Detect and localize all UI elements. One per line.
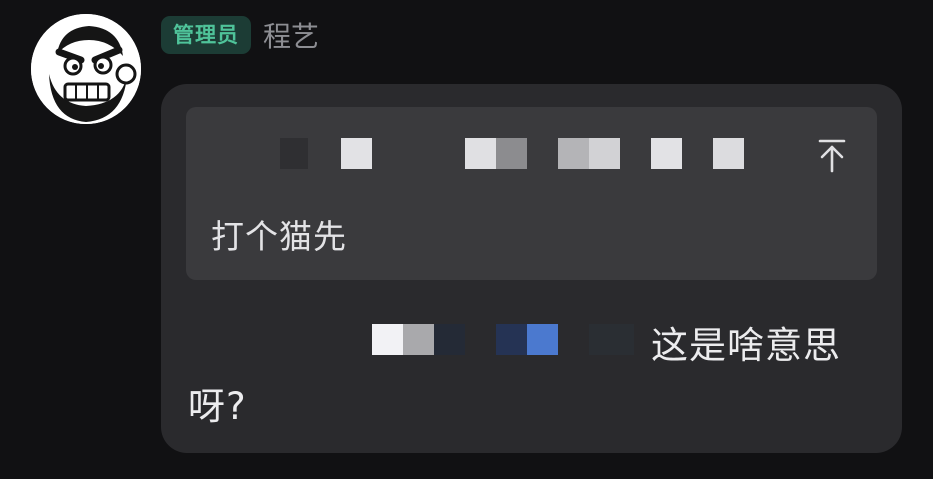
censored-block <box>465 138 496 169</box>
censored-block <box>280 138 308 169</box>
censored-block <box>713 138 744 169</box>
censored-block <box>372 324 403 355</box>
message-text: 这是啥意思 <box>651 324 841 367</box>
censored-block <box>558 138 589 169</box>
sender-name[interactable]: 程艺 <box>263 15 319 55</box>
censored-block <box>527 324 558 355</box>
message-text: 呀? <box>188 385 247 428</box>
censored-block <box>589 324 634 355</box>
avatar[interactable] <box>31 14 141 124</box>
censored-block <box>434 324 465 355</box>
censored-block <box>496 138 527 169</box>
censored-block <box>589 138 620 169</box>
censored-block <box>341 138 372 169</box>
censored-block <box>496 324 527 355</box>
censored-block <box>403 324 434 355</box>
jump-to-top-icon[interactable] <box>816 135 848 175</box>
cartoon-face-avatar-icon <box>31 14 141 124</box>
role-badge: 管理员 <box>161 16 251 54</box>
quoted-message[interactable]: 打个猫先 <box>186 107 877 280</box>
message-header: 管理员 程艺 <box>161 16 319 54</box>
message-bubble[interactable]: 打个猫先 这是啥意思 呀? <box>161 84 902 453</box>
censored-block <box>651 138 682 169</box>
quoted-text: 打个猫先 <box>211 217 347 256</box>
